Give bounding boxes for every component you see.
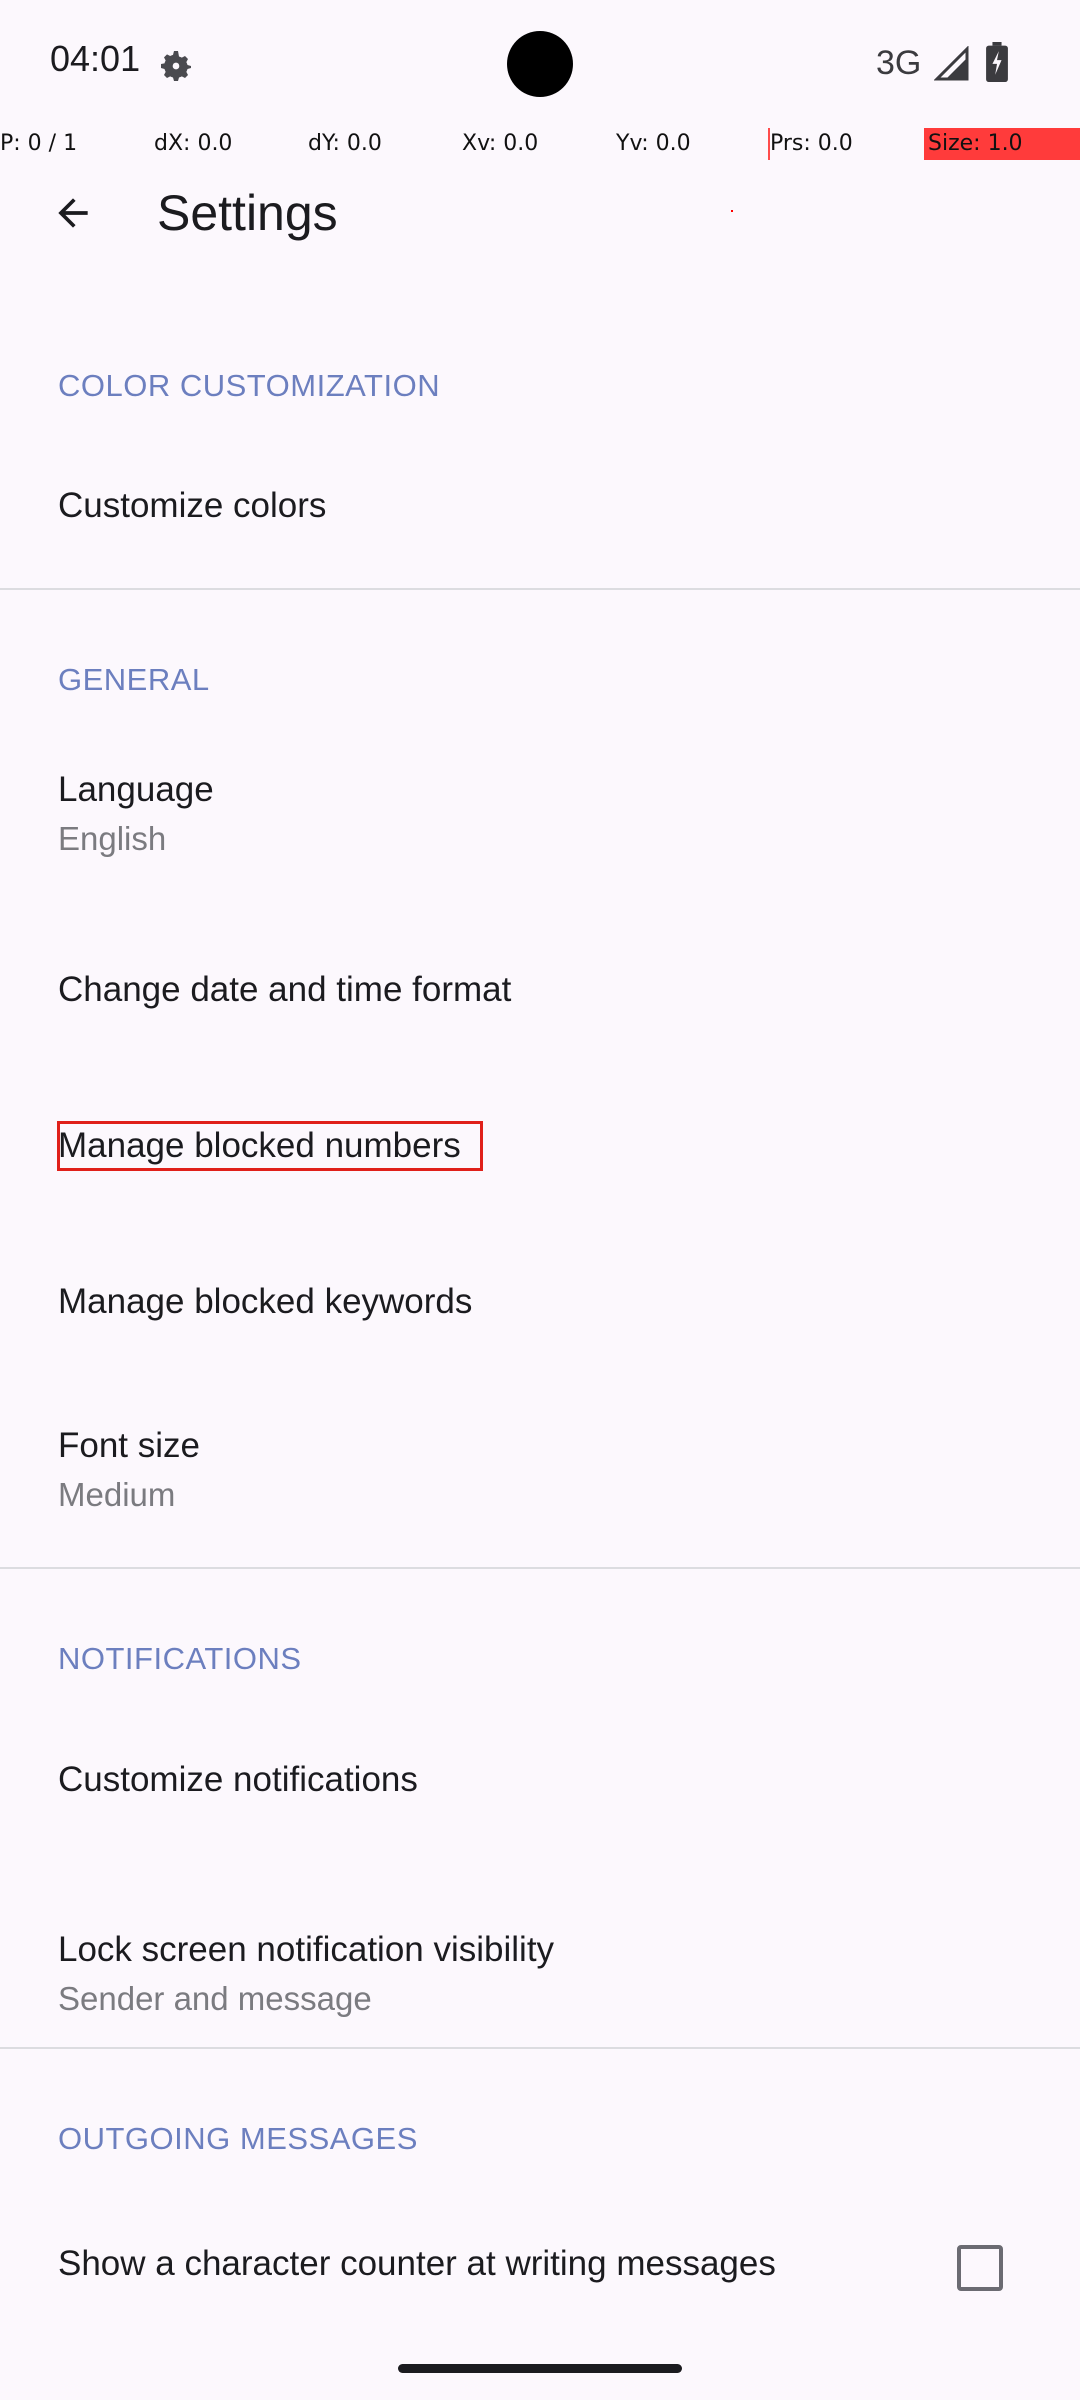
language-label: Language: [58, 770, 214, 809]
debug-pressure: Prs: 0.0: [770, 131, 853, 156]
arrow-back-icon: [58, 198, 88, 228]
selection-highlight: [57, 1121, 483, 1171]
battery-icon: [986, 42, 1008, 82]
language-value: English: [58, 820, 167, 857]
character-counter-item[interactable]: Show a character counter at writing mess…: [0, 2200, 1080, 2330]
customize-colors-item[interactable]: Customize colors: [0, 450, 1080, 568]
status-bar: 04:01 3G: [0, 0, 1080, 128]
font-size-label: Font size: [58, 1426, 200, 1465]
debug-pointer: P: 0 / 1: [0, 131, 78, 156]
date-time-format-item[interactable]: Change date and time format: [0, 920, 1080, 1060]
lock-screen-visibility-item[interactable]: Lock screen notification visibility Send…: [0, 1900, 1080, 2050]
settings-gear-icon: [161, 51, 191, 81]
blocked-keywords-label: Manage blocked keywords: [58, 1282, 473, 1321]
lock-screen-visibility-label: Lock screen notification visibility: [58, 1930, 555, 1969]
character-counter-checkbox[interactable]: [957, 2245, 1003, 2291]
customize-notifications-label: Customize notifications: [58, 1760, 418, 1799]
debug-yv: Yv: 0.0: [616, 131, 691, 156]
back-button[interactable]: [40, 180, 106, 246]
customize-colors-label: Customize colors: [58, 486, 327, 525]
lock-screen-visibility-value: Sender and message: [58, 1980, 372, 2017]
front-camera: [507, 31, 573, 97]
font-size-item[interactable]: Font size Medium: [0, 1396, 1080, 1546]
character-counter-label: Show a character counter at writing mess…: [58, 2244, 776, 2283]
debug-dy: dY: 0.0: [308, 131, 382, 156]
blocked-keywords-item[interactable]: Manage blocked keywords: [0, 1234, 1080, 1374]
language-item[interactable]: Language English: [0, 740, 1080, 890]
section-header-color: COLOR CUSTOMIZATION: [58, 368, 441, 403]
section-divider: [0, 588, 1080, 590]
section-divider: [0, 1567, 1080, 1569]
touch-indicator: [731, 210, 733, 212]
section-header-general: GENERAL: [58, 662, 210, 697]
section-header-notifications: NOTIFICATIONS: [58, 1641, 302, 1676]
page-title: Settings: [157, 185, 338, 241]
pointer-debug-overlay: P: 0 / 1 dX: 0.0 dY: 0.0 Xv: 0.0 Yv: 0.0…: [0, 128, 1080, 160]
font-size-value: Medium: [58, 1476, 176, 1513]
section-header-outgoing: OUTGOING MESSAGES: [58, 2121, 418, 2156]
app-bar: Settings: [0, 160, 1080, 260]
debug-xv: Xv: 0.0: [462, 131, 539, 156]
network-type: 3G: [876, 44, 922, 82]
debug-size: Size: 1.0: [924, 128, 1080, 160]
section-divider: [0, 2047, 1080, 2049]
status-time: 04:01: [50, 38, 141, 79]
debug-dx: dX: 0.0: [154, 131, 233, 156]
gesture-nav-handle[interactable]: [398, 2364, 682, 2373]
date-time-format-label: Change date and time format: [58, 970, 512, 1009]
customize-notifications-item[interactable]: Customize notifications: [0, 1720, 1080, 1850]
signal-icon: [934, 46, 969, 81]
